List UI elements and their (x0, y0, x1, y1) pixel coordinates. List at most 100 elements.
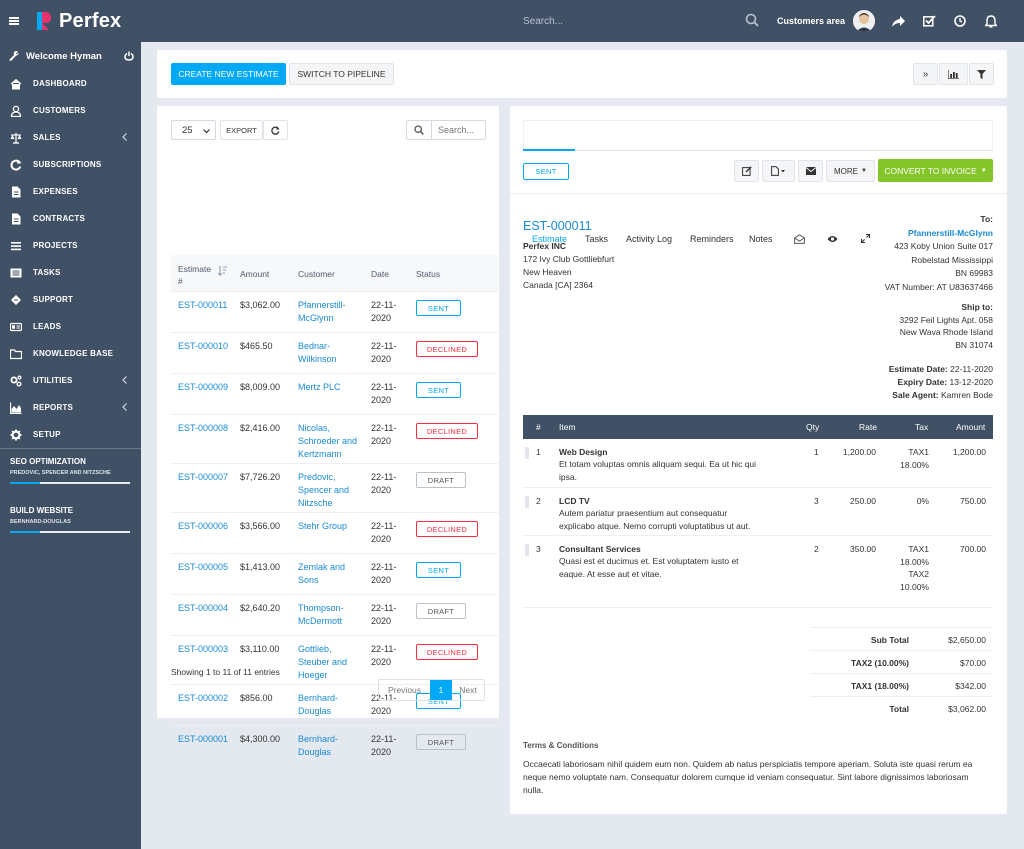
customer-link[interactable]: Nicolas, Schroeder and Kertzmann (298, 422, 357, 461)
page-size-select[interactable]: 25 (171, 120, 216, 140)
user-avatar[interactable] (853, 10, 875, 32)
estimate-number-link[interactable]: EST-000008 (178, 422, 228, 435)
customer-link[interactable]: Gottlieb, Steuber and Hoeger (298, 643, 347, 682)
table-row[interactable]: EST-000006 $3,566.00 Stehr Group 22-11- 2020… (171, 512, 498, 553)
customer-link[interactable]: Pfannerstill- McGlynn (298, 299, 346, 325)
expand-icon[interactable] (861, 234, 870, 243)
reload-button[interactable] (263, 120, 288, 140)
search-icon[interactable] (745, 13, 759, 27)
sidebar-project[interactable]: BUILD WEBSITE BERNHARD-DOUGLAS (0, 498, 141, 547)
global-search-input[interactable] (515, 15, 715, 27)
column-amount[interactable]: Amount (240, 269, 269, 279)
filter-button[interactable] (969, 63, 994, 85)
table-row[interactable]: EST-000004 $2,640.20 Thompson- McDermott 22-… (171, 594, 498, 635)
column-estimate[interactable]: Estimate # (178, 263, 211, 287)
estimate-number-link[interactable]: EST-000002 (178, 692, 228, 705)
customer-link[interactable]: Bernhard- Douglas (298, 692, 338, 718)
power-icon[interactable] (124, 51, 134, 61)
notifications-bell-icon[interactable] (983, 13, 999, 29)
pagination-previous[interactable]: Previous (379, 680, 430, 700)
switch-to-pipeline-button[interactable]: SWITCH TO PIPELINE (289, 63, 394, 85)
column-date[interactable]: Date (371, 269, 389, 279)
column-status[interactable]: Status (416, 269, 440, 279)
drag-handle-icon[interactable] (525, 447, 529, 461)
bar-chart-icon (948, 69, 959, 79)
welcome-text: Welcome Hyman (26, 50, 102, 62)
customer-link[interactable]: Predovic, Spencer and Nitzsche (298, 471, 349, 510)
expand-panel-button[interactable]: » (913, 63, 938, 85)
customer-link[interactable]: Stehr Group (298, 520, 347, 533)
export-button[interactable]: EXPORT (220, 120, 263, 140)
sidebar-item-sales[interactable]: SALES (0, 124, 141, 151)
customer-link[interactable]: Bednar- Wilkinson (298, 340, 337, 366)
table-row[interactable]: EST-000010 $465.50 Bednar- Wilkinson 22-11- 2… (171, 332, 498, 373)
sidebar-project[interactable]: SEO OPTIMIZATION PREDOVIC, SPENCER AND NI… (0, 449, 141, 498)
customers-area-link[interactable]: Customers area (777, 16, 845, 26)
todo-check-icon[interactable] (921, 13, 937, 29)
sidebar-item-leads[interactable]: LEADS (0, 313, 141, 340)
table-row[interactable]: EST-000008 $2,416.00 Nicolas, Schroeder and… (171, 414, 498, 463)
customer-link[interactable]: Thompson- McDermott (298, 602, 344, 628)
customer-name-link[interactable]: Pfannerstill-McGlynn (885, 227, 993, 241)
menu-toggle-icon[interactable] (9, 17, 19, 25)
estimate-number-link[interactable]: EST-000001 (178, 733, 228, 746)
table-row[interactable]: EST-000011 $3,062.00 Pfannerstill- McGlynn 2… (171, 291, 498, 332)
estimate-number-link[interactable]: EST-000007 (178, 471, 228, 484)
convert-to-invoice-button[interactable]: CONVERT TO INVOICE ▼ (878, 159, 993, 182)
pagination-next[interactable]: Next (452, 680, 484, 700)
tab-notes[interactable]: Notes (749, 234, 773, 244)
table-row[interactable]: EST-000005 $1,413.00 Zemlak and Sons 22-11- 2… (171, 553, 498, 594)
sidebar-item-subscriptions[interactable]: SUBSCRIPTIONS (0, 151, 141, 178)
column-customer[interactable]: Customer (298, 269, 335, 279)
app-logo[interactable]: Perfex (36, 10, 121, 33)
edit-estimate-button[interactable] (734, 160, 759, 182)
wrench-icon (9, 50, 19, 61)
sidebar-item-contracts[interactable]: CONTRACTS (0, 205, 141, 232)
list-search-input[interactable] (432, 125, 482, 135)
clock-icon[interactable] (952, 13, 968, 29)
sidebar-item-support[interactable]: SUPPORT (0, 286, 141, 313)
sidebar-item-knowledge-base[interactable]: KNOWLEDGE BASE (0, 340, 141, 367)
sidebar-item-setup[interactable]: SETUP (0, 421, 141, 448)
stats-button[interactable] (939, 63, 968, 85)
item-tax-line: TAX2 (908, 569, 929, 579)
table-row[interactable]: EST-000009 $8,009.00 Mertz PLC 22-11- 2020 SE… (171, 373, 498, 414)
eye-icon[interactable] (827, 235, 838, 243)
caret-down-icon: ▼ (980, 167, 987, 174)
customer-link[interactable]: Bernhard- Douglas (298, 733, 338, 759)
more-button[interactable]: MORE ▼ (826, 160, 875, 182)
customer-link[interactable]: Zemlak and Sons (298, 561, 345, 587)
sidebar-item-customers[interactable]: CUSTOMERS (0, 97, 141, 124)
sidebar-item-projects[interactable]: PROJECTS (0, 232, 141, 259)
pagination-page-1[interactable]: 1 (430, 680, 452, 700)
customer-name-line: Thompson- (298, 603, 344, 613)
sidebar-item-dashboard[interactable]: DASHBOARD (0, 70, 141, 97)
share-icon[interactable] (890, 13, 906, 29)
estimate-number-link[interactable]: EST-000005 (178, 561, 228, 574)
create-new-estimate-button[interactable]: CREATE NEW ESTIMATE (171, 63, 286, 85)
sort-desc-icon[interactable] (218, 265, 227, 276)
estimate-number-link[interactable]: EST-000009 (178, 381, 228, 394)
sidebar-item-expenses[interactable]: EXPENSES (0, 178, 141, 205)
estimate-number-link[interactable]: EST-000003 (178, 643, 228, 656)
drag-handle-icon[interactable] (525, 496, 529, 510)
tab-reminders[interactable]: Reminders (690, 234, 734, 244)
sidebar-item-reports[interactable]: REPORTS (0, 394, 141, 421)
table-row[interactable]: EST-000007 $7,726.20 Predovic, Spencer and N… (171, 463, 498, 512)
sidebar-item-tasks[interactable]: TASKS (0, 259, 141, 286)
date-line: 2020 (371, 747, 392, 757)
drag-handle-icon[interactable] (525, 544, 529, 558)
sidebar-item-label: SALES (33, 133, 61, 142)
tab-activity-log[interactable]: Activity Log (626, 234, 672, 244)
pdf-dropdown-button[interactable] (762, 160, 795, 182)
email-tracking-icon[interactable] (794, 234, 805, 244)
send-email-button[interactable] (798, 160, 823, 182)
customer-name-line: Predovic, (298, 472, 336, 482)
estimate-number-link[interactable]: EST-000006 (178, 520, 228, 533)
estimate-number-link[interactable]: EST-000010 (178, 340, 228, 353)
estimate-number-link[interactable]: EST-000004 (178, 602, 228, 615)
customer-link[interactable]: Mertz PLC (298, 381, 341, 394)
table-row[interactable]: EST-000001 $4,300.00 Bernhard- Douglas 22-11… (171, 725, 498, 766)
sidebar-item-utilities[interactable]: UTILITIES (0, 367, 141, 394)
estimate-number-link[interactable]: EST-000011 (178, 299, 227, 312)
